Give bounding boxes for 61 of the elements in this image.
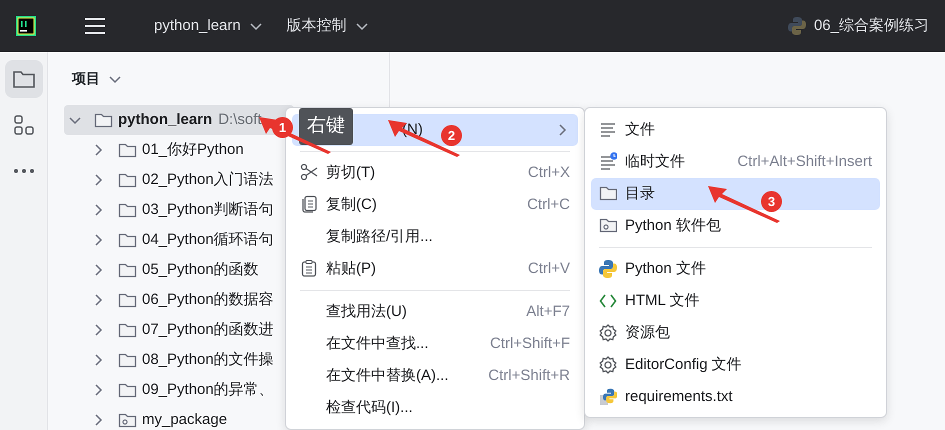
shortcut-label: Ctrl+Alt+Shift+Insert xyxy=(737,152,872,172)
path-label: D:\soft xyxy=(218,110,262,130)
project-dropdown[interactable]: python_learn xyxy=(154,14,263,38)
python-icon xyxy=(599,259,617,279)
menu-item[interactable]: 查找用法(U) Alt+F7 xyxy=(292,296,578,328)
tree-item[interactable]: 03_Python判断语句 xyxy=(64,195,286,225)
tree-item[interactable]: 08_Python的文件操 xyxy=(64,345,286,375)
run-config-label[interactable]: 06_综合案例练习 xyxy=(814,14,929,38)
vcs-dropdown[interactable]: 版本控制 xyxy=(286,14,369,38)
tree-item[interactable]: 04_Python循环语句 xyxy=(64,225,286,255)
menu-item[interactable]: 检查代码(I)... xyxy=(292,392,578,424)
tree-item[interactable]: my_package xyxy=(64,405,286,430)
scissors-icon xyxy=(300,163,318,183)
tree-item[interactable]: 05_Python的函数 xyxy=(64,255,286,285)
shortcut-label: Ctrl+X xyxy=(528,162,570,183)
menu-item[interactable]: Python 软件包 xyxy=(591,210,880,242)
menu-item[interactable]: 临时文件 Ctrl+Alt+Shift+Insert xyxy=(591,146,880,178)
folder-icon xyxy=(94,111,114,129)
menu-item[interactable]: 复制(C) Ctrl+C xyxy=(292,189,578,221)
tree-item[interactable]: 06_Python的数据容 xyxy=(64,285,286,315)
shortcut-label: Alt+F7 xyxy=(526,302,570,322)
menu-item[interactable]: Python 文件 xyxy=(591,253,880,285)
folder-icon xyxy=(118,291,138,309)
folder-icon xyxy=(118,321,138,339)
shortcut-label: Ctrl+Shift+R xyxy=(488,366,570,386)
menu-item[interactable]: HTML 文件 xyxy=(591,285,880,317)
python-icon xyxy=(788,16,806,36)
menu-item[interactable]: 资源包 xyxy=(591,317,880,349)
panel-title-dropdown[interactable]: 项目 xyxy=(72,68,122,89)
python-files-icon xyxy=(599,387,617,407)
tooltip: 右键 xyxy=(299,108,353,144)
folder-icon xyxy=(118,141,138,159)
menu-item[interactable]: 复制路径/引用... xyxy=(292,221,578,253)
folder-icon xyxy=(118,201,138,219)
tree-item[interactable]: 01_你好Python xyxy=(64,135,286,165)
menu-item[interactable]: 剪切(T) Ctrl+X xyxy=(292,157,578,189)
logo-icon xyxy=(16,16,36,36)
gear-icon xyxy=(599,323,617,343)
folder-icon[interactable] xyxy=(4,60,42,98)
folder-icon xyxy=(118,261,138,279)
clipboard-icon xyxy=(300,259,318,279)
tree-item[interactable]: 09_Python的异常、 xyxy=(64,375,286,405)
folder-icon xyxy=(118,171,138,189)
menu-item[interactable]: EditorConfig 文件 xyxy=(591,349,880,381)
shortcut-label: Ctrl+Shift+F xyxy=(490,334,570,354)
menu-item[interactable]: 粘贴(P) Ctrl+V xyxy=(292,253,578,285)
menu-icon[interactable] xyxy=(84,17,106,35)
shortcut-label: Ctrl+C xyxy=(527,194,570,215)
folder-icon xyxy=(118,231,138,249)
folder-icon xyxy=(118,351,138,369)
menu-item[interactable]: 文件 xyxy=(591,114,880,146)
tree-item[interactable]: 07_Python的函数进 xyxy=(64,315,286,345)
gear-icon xyxy=(599,355,617,375)
scratch-file-icon xyxy=(599,152,617,172)
menu-item[interactable]: 在文件中查找... Ctrl+Shift+F xyxy=(292,328,578,360)
shortcut-label: Ctrl+V xyxy=(528,258,570,279)
tree-item[interactable]: 02_Python入门语法 xyxy=(64,165,286,195)
menu-item[interactable]: 在文件中替换(A)... Ctrl+Shift+R xyxy=(292,360,578,392)
menu-item[interactable]: requirements.txt xyxy=(591,381,880,413)
folder-icon xyxy=(118,381,138,399)
copy-icon xyxy=(300,195,318,215)
